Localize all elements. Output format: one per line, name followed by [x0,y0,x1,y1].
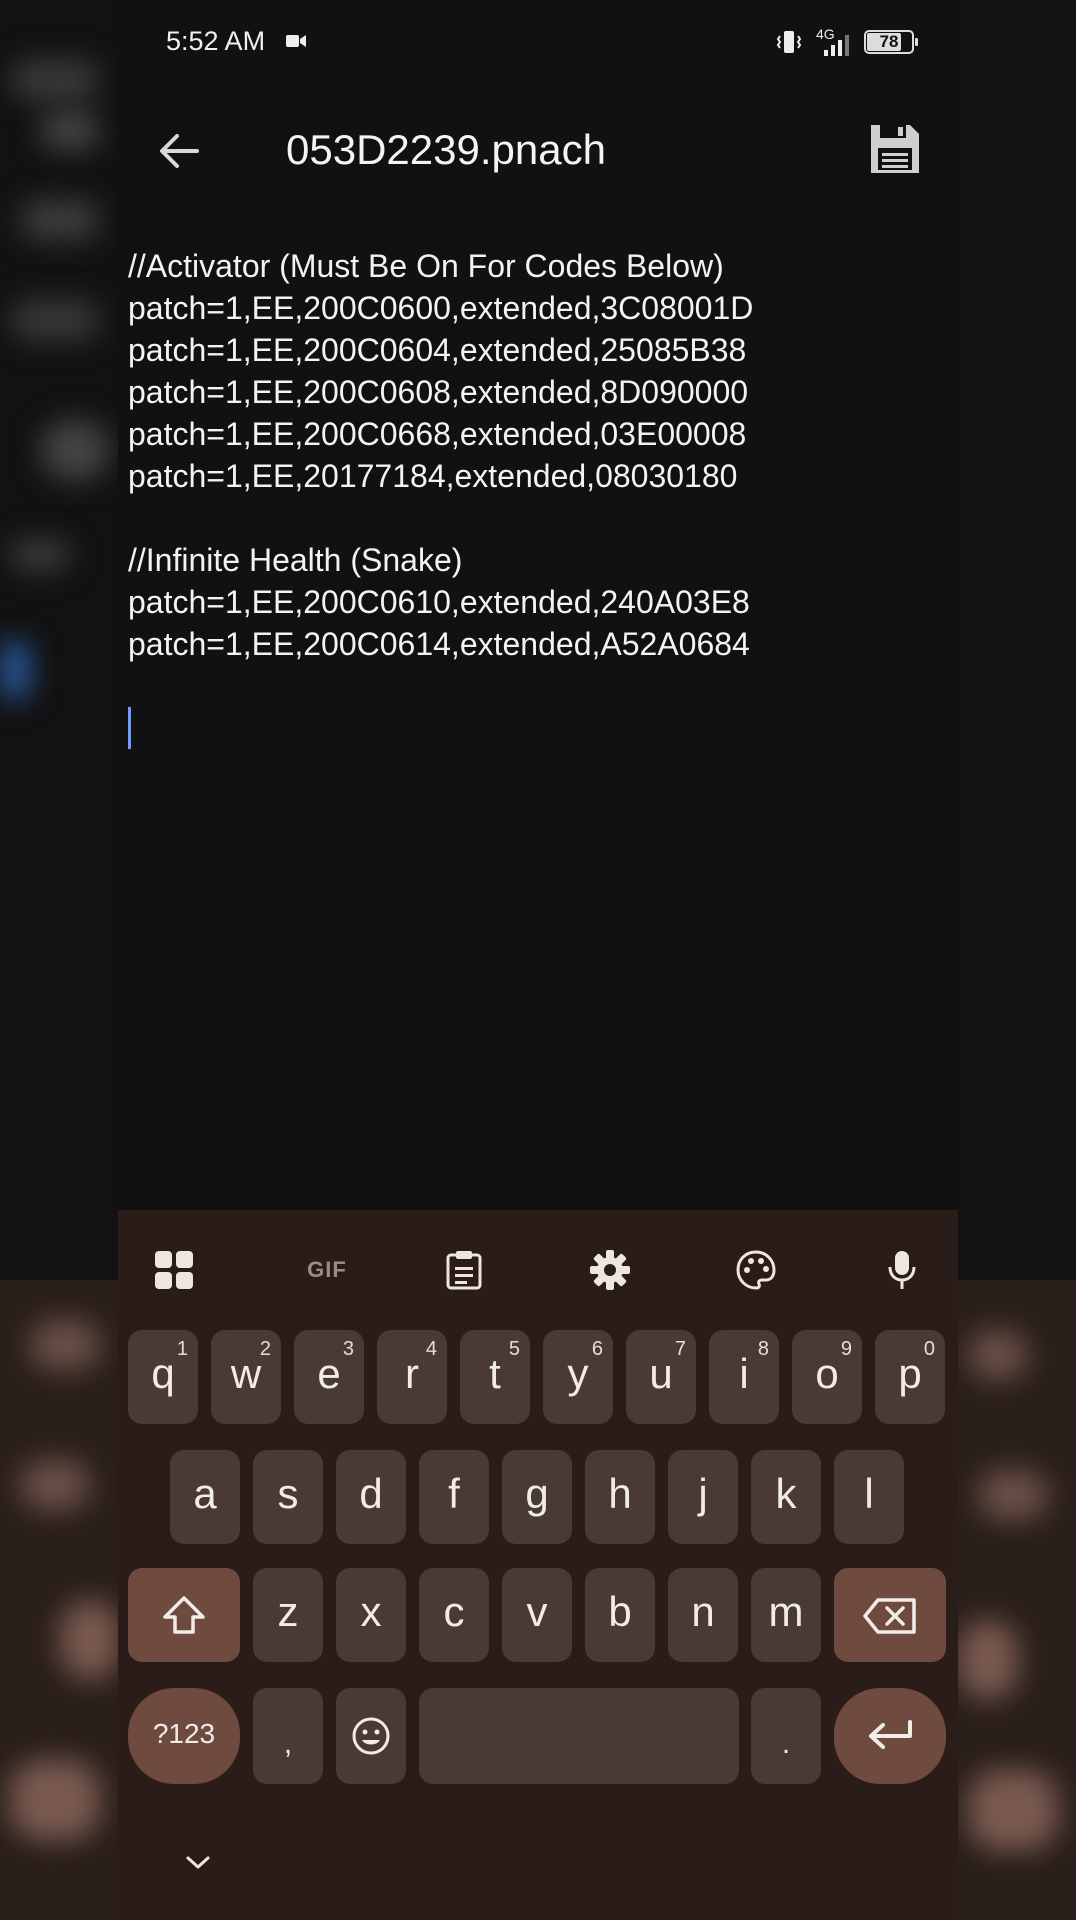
arrow-left-icon [160,134,199,168]
key-k[interactable]: k [751,1450,821,1544]
page-title: 053D2239.pnach [286,126,606,173]
backspace-icon [863,1598,916,1634]
key-f[interactable]: f [419,1450,489,1544]
editor-line: patch=1,EE,200C0614,extended,A52A0684 [128,626,750,662]
vibrate-icon [776,31,802,53]
settings-button[interactable] [582,1242,638,1298]
key-g[interactable]: g [502,1450,572,1544]
editor-line: patch=1,EE,200C0608,extended,8D090000 [128,374,749,410]
key-l[interactable]: l [834,1450,904,1544]
theme-button[interactable] [728,1242,784,1298]
apps-grid-button[interactable] [146,1242,202,1298]
editor-line: patch=1,EE,200C0604,extended,25085B38 [128,332,747,368]
symbols-key[interactable]: ?123 [128,1688,240,1784]
key-s[interactable]: s [253,1450,323,1544]
shift-key[interactable] [128,1568,240,1662]
editor-line: patch=1,EE,200C0668,extended,03E00008 [128,416,747,452]
app-window: 5:52 AM 4G 78 053D2239.pnach //Activator… [118,0,958,1920]
editor-line: //Infinite Health (Snake) [128,542,463,578]
key-q[interactable]: q1 [128,1330,198,1424]
text-cursor [128,707,131,749]
editor-line: patch=1,EE,200C0610,extended,240A03E8 [128,584,750,620]
key-u[interactable]: u7 [626,1330,696,1424]
key-i[interactable]: i8 [709,1330,779,1424]
background-right-blur [958,0,1076,1920]
editor-line: patch=1,EE,200C0600,extended,3C08001D [128,290,754,326]
key-j[interactable]: j [668,1450,738,1544]
gif-icon: GIF [307,1257,347,1282]
battery-icon: 78 [864,30,918,54]
hide-keyboard-button[interactable] [176,1840,220,1884]
key-a[interactable]: a [170,1450,240,1544]
voice-input-button[interactable] [874,1242,930,1298]
soft-keyboard: GIF q 1 w 2 e 3 r 4 t 5 y 6 u 7 i 8 o 9 … [118,1210,958,1920]
emoji-icon [352,1717,390,1755]
key-d[interactable]: d [336,1450,406,1544]
text-editor[interactable]: //Activator (Must Be On For Codes Below)… [128,245,948,665]
key-h[interactable]: h [585,1450,655,1544]
enter-icon [869,1720,912,1749]
gear-icon [590,1250,630,1290]
clipboard-icon [446,1251,482,1290]
enter-key[interactable] [834,1688,946,1784]
key-t[interactable]: t5 [460,1330,530,1424]
editor-line: //Activator (Must Be On For Codes Below) [128,248,724,284]
key-n[interactable]: n [668,1568,738,1662]
microphone-icon [888,1251,916,1289]
app-bar: 053D2239.pnach [118,86,958,216]
space-key[interactable] [419,1688,739,1784]
grid-icon [155,1251,193,1289]
status-bar: 5:52 AM 4G 78 [118,0,958,86]
key-e[interactable]: e3 [294,1330,364,1424]
back-button[interactable] [148,120,210,182]
video-record-icon [286,35,306,47]
editor-line: patch=1,EE,20177184,extended,08030180 [128,458,738,494]
key-y[interactable]: y6 [543,1330,613,1424]
palette-icon [736,1250,776,1290]
key-x[interactable]: x [336,1568,406,1662]
backspace-key[interactable] [834,1568,946,1662]
status-time: 5:52 AM [166,26,266,56]
clipboard-button[interactable] [436,1242,492,1298]
background-left-blur [0,0,118,1920]
emoji-key[interactable] [336,1688,406,1784]
key-c[interactable]: c [419,1568,489,1662]
key-v[interactable]: v [502,1568,572,1662]
period-key[interactable]: . [751,1688,821,1784]
save-icon [871,125,919,173]
battery-level: 78 [879,32,899,51]
shift-icon [163,1596,205,1634]
key-o[interactable]: o9 [792,1330,862,1424]
signal-icon: 4G [816,26,852,56]
key-b[interactable]: b [585,1568,655,1662]
chevron-down-icon [186,1856,210,1869]
key-w[interactable]: w2 [211,1330,281,1424]
gif-button[interactable]: GIF [292,1242,362,1298]
status-icons: 4G 78 [774,26,918,58]
save-button[interactable] [862,116,928,182]
key-r[interactable]: r4 [377,1330,447,1424]
key-m[interactable]: m [751,1568,821,1662]
key-z[interactable]: z [253,1568,323,1662]
key-p[interactable]: p0 [875,1330,945,1424]
comma-key[interactable]: , [253,1688,323,1784]
